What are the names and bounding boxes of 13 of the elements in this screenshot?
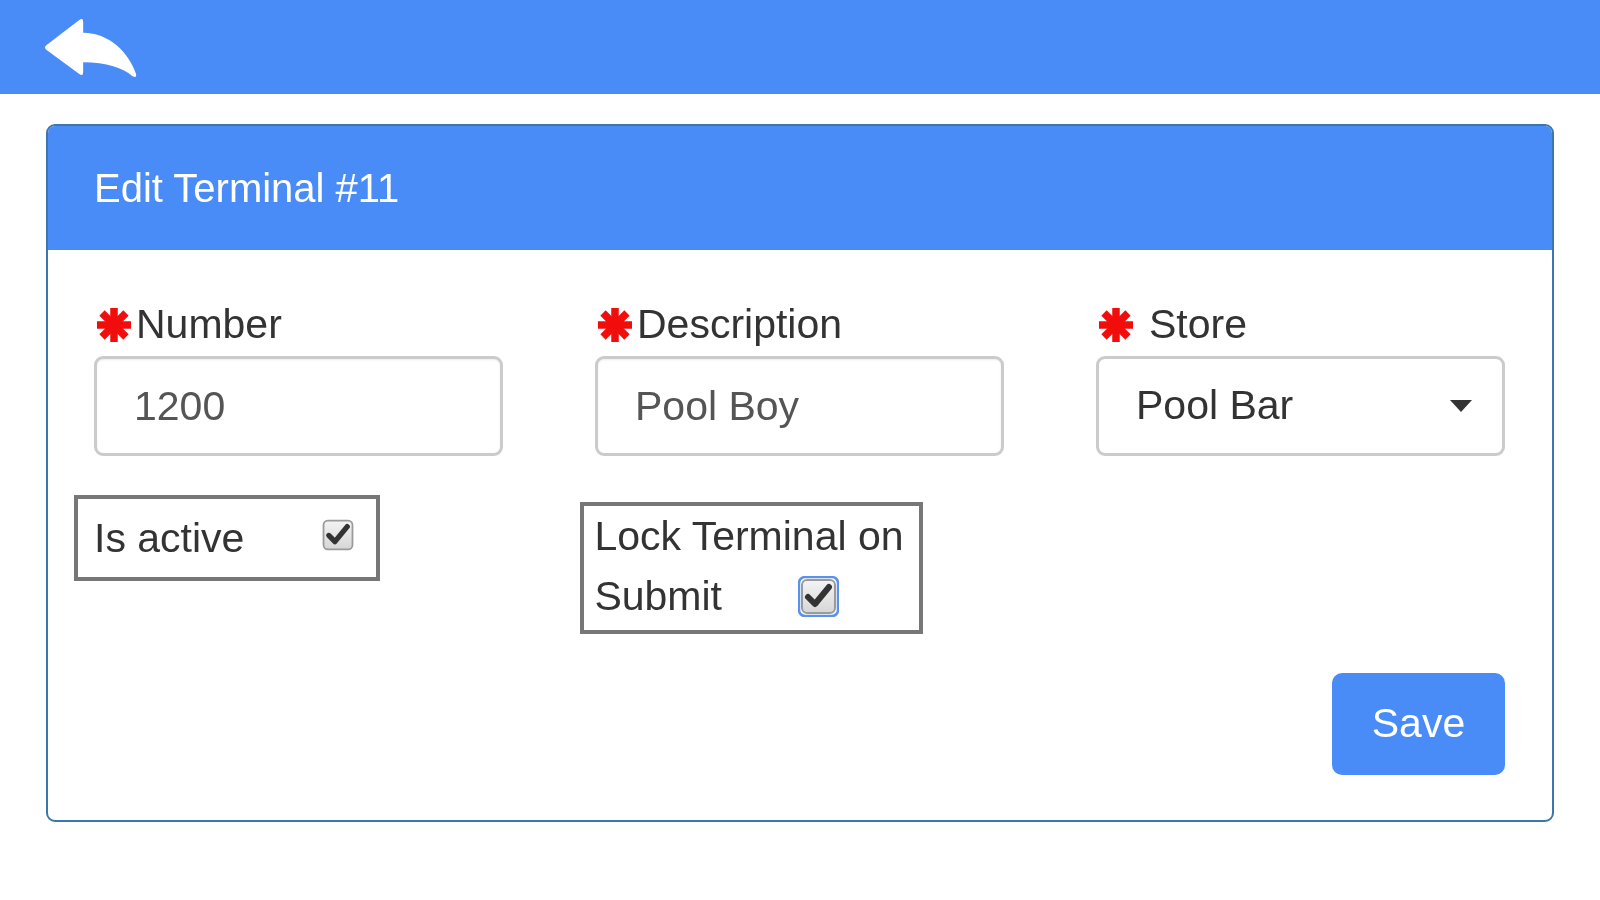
text-input[interactable]: 1200 (94, 356, 503, 456)
field-label: Description (637, 299, 843, 349)
caret-icon (1450, 400, 1472, 412)
back-arrow-icon[interactable] (45, 18, 137, 79)
checkbox[interactable] (798, 575, 839, 617)
store-select[interactable]: Pool Bar (1096, 356, 1505, 456)
panel-title: Edit Terminal #11 (94, 165, 400, 212)
field-label: Number (136, 299, 282, 349)
option-label: Lock Terminal on (594, 512, 904, 561)
text-input[interactable]: Pool Boy (595, 356, 1004, 456)
field-label: Store (1149, 299, 1247, 349)
option-label: Submit (594, 572, 722, 621)
option-label: Is active (94, 514, 245, 563)
